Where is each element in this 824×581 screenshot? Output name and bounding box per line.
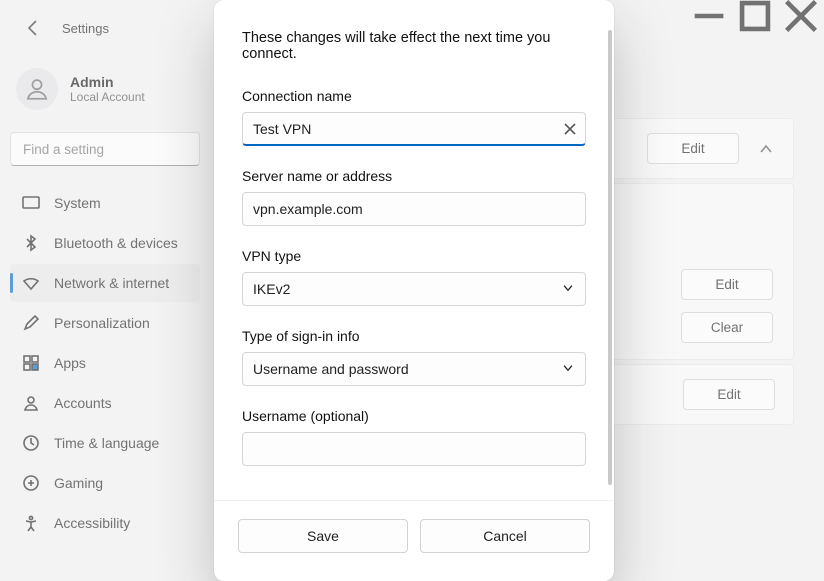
sidebar: Admin Local Account System Bluetooth & d… — [0, 60, 210, 542]
bluetooth-icon — [22, 234, 40, 252]
sidebar-item-gaming[interactable]: Gaming — [10, 464, 200, 502]
connection-name-input[interactable] — [242, 112, 586, 146]
sidebar-item-label: Apps — [54, 355, 86, 371]
clock-globe-icon — [22, 434, 40, 452]
save-button[interactable]: Save — [238, 519, 408, 553]
dialog-scrollbar[interactable] — [608, 30, 612, 485]
sidebar-item-network[interactable]: Network & internet — [10, 264, 200, 302]
accessibility-icon — [22, 514, 40, 532]
sidebar-item-label: Network & internet — [54, 275, 169, 291]
person-icon — [22, 394, 40, 412]
chevron-down-icon — [561, 281, 575, 298]
gaming-icon — [22, 474, 40, 492]
sidebar-item-label: Accessibility — [54, 515, 130, 531]
sidebar-item-label: System — [54, 195, 101, 211]
chevron-up-icon[interactable] — [757, 140, 775, 158]
brush-icon — [22, 314, 40, 332]
user-sub: Local Account — [70, 90, 145, 104]
wifi-icon — [22, 274, 40, 292]
sidebar-item-personalization[interactable]: Personalization — [10, 304, 200, 342]
cancel-button[interactable]: Cancel — [420, 519, 590, 553]
system-icon — [22, 194, 40, 212]
edit-vpn-dialog: These changes will take effect the next … — [214, 0, 614, 581]
sidebar-item-accounts[interactable]: Accounts — [10, 384, 200, 422]
server-address-input[interactable] — [242, 192, 586, 226]
edit-extra-button[interactable]: Edit — [683, 379, 775, 410]
username-label: Username (optional) — [242, 408, 586, 424]
sidebar-item-label: Personalization — [54, 315, 150, 331]
sidebar-item-label: Gaming — [54, 475, 103, 491]
back-icon[interactable] — [24, 18, 44, 38]
chevron-down-icon — [561, 361, 575, 378]
minimize-button[interactable] — [686, 0, 732, 32]
sidebar-item-accessibility[interactable]: Accessibility — [10, 504, 200, 542]
sidebar-item-time[interactable]: Time & language — [10, 424, 200, 462]
dialog-message: These changes will take effect the next … — [242, 30, 586, 62]
sidebar-item-label: Time & language — [54, 435, 159, 451]
edit-button[interactable]: Edit — [647, 133, 739, 164]
signin-type-select[interactable]: Username and password — [242, 352, 586, 386]
sidebar-item-bluetooth[interactable]: Bluetooth & devices — [10, 224, 200, 262]
window-controls — [686, 0, 824, 32]
maximize-button[interactable] — [732, 0, 778, 32]
edit-details-button[interactable]: Edit — [681, 269, 773, 300]
vpn-type-label: VPN type — [242, 248, 586, 264]
vpn-type-value: IKEv2 — [253, 281, 290, 297]
apps-icon — [22, 354, 40, 372]
user-name: Admin — [70, 74, 145, 90]
clear-input-icon[interactable] — [562, 121, 578, 137]
signin-type-value: Username and password — [253, 361, 409, 377]
sidebar-item-system[interactable]: System — [10, 184, 200, 222]
username-input[interactable] — [242, 432, 586, 466]
vpn-type-select[interactable]: IKEv2 — [242, 272, 586, 306]
signin-type-label: Type of sign-in info — [242, 328, 586, 344]
sidebar-item-label: Bluetooth & devices — [54, 235, 178, 251]
page-title: Settings — [62, 21, 109, 36]
sidebar-item-label: Accounts — [54, 395, 112, 411]
avatar — [16, 68, 58, 110]
server-address-label: Server name or address — [242, 168, 586, 184]
search-input[interactable] — [10, 132, 200, 166]
clear-button[interactable]: Clear — [681, 312, 773, 343]
sidebar-item-apps[interactable]: Apps — [10, 344, 200, 382]
user-block[interactable]: Admin Local Account — [10, 60, 200, 132]
connection-name-label: Connection name — [242, 88, 586, 104]
close-window-button[interactable] — [778, 0, 824, 32]
